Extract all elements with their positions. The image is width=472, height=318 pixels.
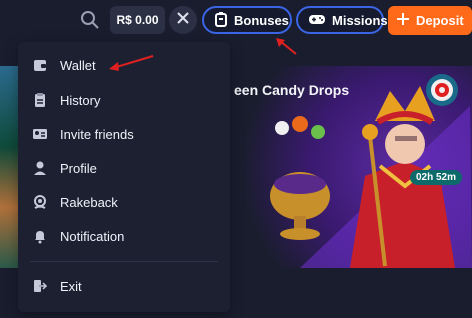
menu-item-profile[interactable]: Profile: [32, 157, 97, 179]
missions-button[interactable]: Missions: [296, 6, 388, 34]
menu-item-label: History: [60, 92, 101, 108]
menu-item-label: Wallet: [60, 57, 96, 73]
menu-item-notification[interactable]: Notification: [32, 225, 124, 247]
menu-item-history[interactable]: History: [32, 89, 100, 111]
id-card-icon: [32, 126, 48, 142]
game-thumbnail-left[interactable]: [0, 66, 18, 268]
deposit-label: Deposit: [416, 13, 464, 28]
user-icon: [32, 160, 48, 176]
account-dropdown-menu: Wallet History Invite friends Profile Ra…: [18, 42, 230, 312]
gamepad-icon: [308, 13, 326, 28]
promo-banner[interactable]: een Candy Drops 02h 52m: [230, 66, 472, 268]
gift-icon: [214, 11, 228, 30]
wallet-icon: [32, 57, 48, 73]
menu-item-wallet[interactable]: Wallet: [32, 54, 96, 76]
clipboard-icon: [32, 92, 48, 108]
top-bar: R$ 0.00 Bonuses Missions Deposit: [0, 0, 472, 42]
close-icon: [176, 11, 190, 30]
menu-item-invite-friends[interactable]: Invite friends: [32, 123, 134, 145]
menu-item-label: Profile: [60, 160, 97, 176]
menu-divider: [30, 261, 218, 262]
plus-icon: [396, 12, 410, 29]
close-menu-button[interactable]: [169, 6, 197, 34]
countdown-timer: 02h 52m: [409, 170, 462, 185]
bonuses-label: Bonuses: [234, 12, 289, 28]
menu-item-exit[interactable]: Exit: [32, 275, 82, 297]
deposit-button[interactable]: Deposit: [388, 6, 472, 35]
search-icon[interactable]: [80, 10, 100, 30]
bonuses-button[interactable]: Bonuses: [202, 6, 292, 34]
logout-icon: [32, 278, 48, 294]
menu-item-rakeback[interactable]: Rakeback: [32, 191, 118, 213]
balance-display[interactable]: R$ 0.00: [110, 6, 165, 34]
bell-icon: [32, 228, 48, 244]
banner-artwork: [270, 74, 472, 268]
rakeback-icon: [32, 194, 48, 210]
menu-item-label: Rakeback: [60, 194, 118, 210]
menu-item-label: Exit: [60, 278, 82, 294]
missions-label: Missions: [332, 12, 388, 28]
menu-item-label: Notification: [60, 228, 125, 244]
menu-item-label: Invite friends: [60, 126, 134, 142]
